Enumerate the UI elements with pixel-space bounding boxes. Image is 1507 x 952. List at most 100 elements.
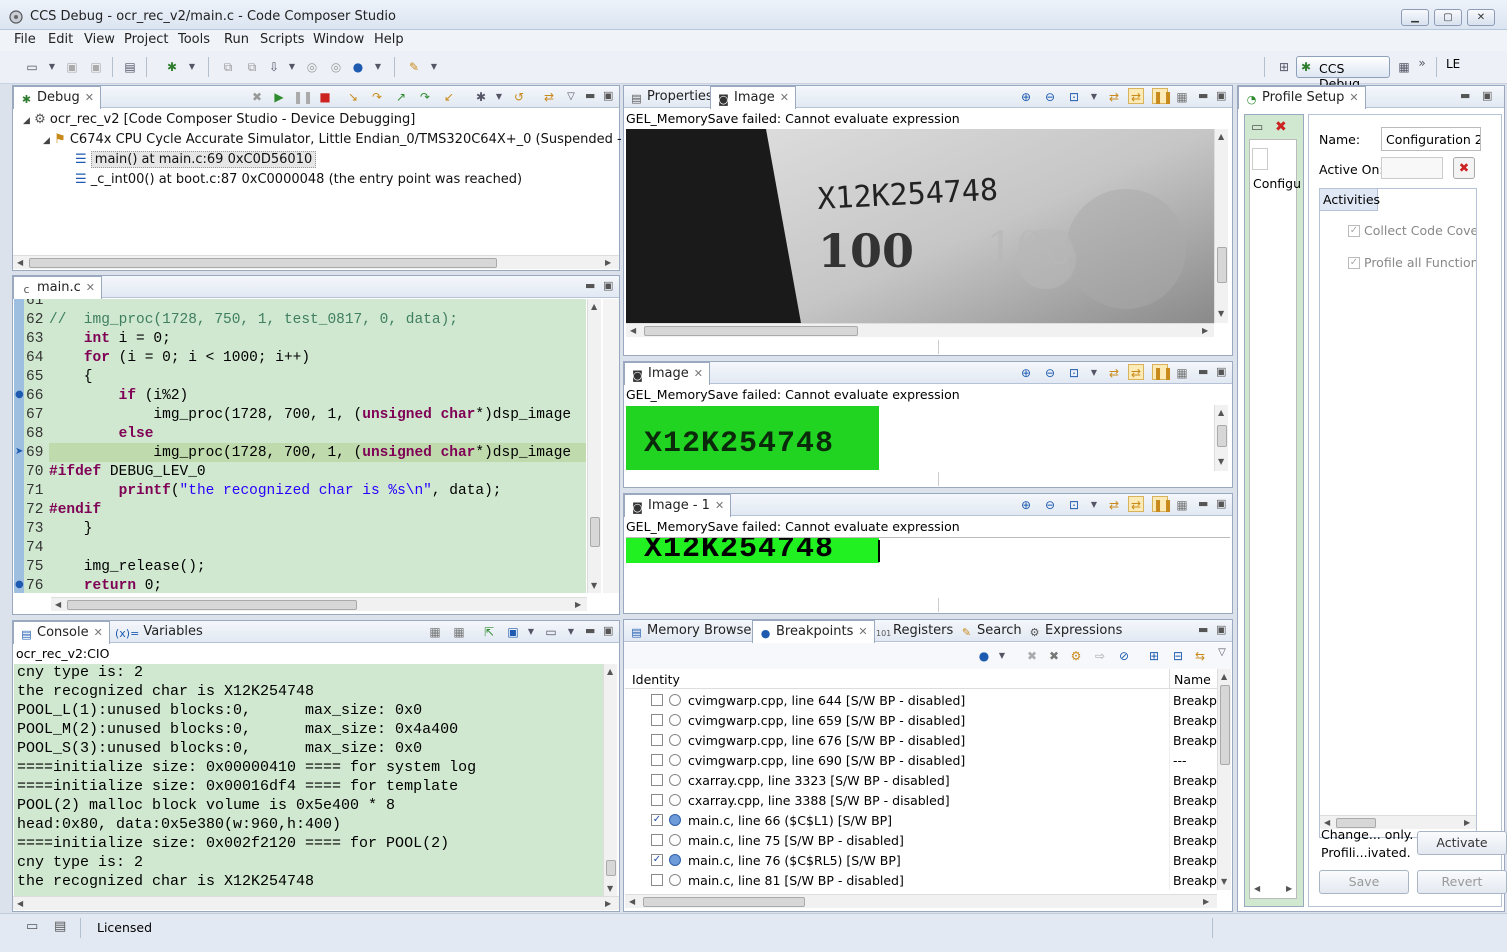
enable-checkbox[interactable]: [651, 794, 663, 806]
remove-all-icon[interactable]: ✖: [1046, 648, 1062, 664]
pin-console-icon[interactable]: ⇱: [481, 624, 497, 640]
save-button[interactable]: Save: [1319, 870, 1409, 894]
restart-target-icon[interactable]: ↺: [511, 89, 527, 105]
tab-memory-browser[interactable]: ▤ Memory Browser: [624, 620, 763, 642]
open-console-icon[interactable]: ▭: [543, 624, 559, 640]
close-icon[interactable]: ✕: [715, 499, 724, 512]
terminate-icon[interactable]: ■: [317, 89, 333, 105]
zoom-in-icon[interactable]: ⊕: [1018, 89, 1034, 105]
pause-icon[interactable]: ❚❚: [1152, 364, 1173, 380]
display-dropdown-icon[interactable]: ▼: [523, 624, 539, 640]
maximize-button[interactable]: ▢: [1434, 9, 1462, 26]
debug-hscroll[interactable]: ◀ ▶: [13, 255, 619, 269]
close-icon[interactable]: ✕: [86, 281, 95, 294]
continuous-refresh-icon[interactable]: ⇄: [1128, 88, 1144, 104]
image1-hscroll[interactable]: ◀ ▶: [626, 323, 1214, 337]
configuration-list[interactable]: Configu ◀ ▶: [1249, 139, 1301, 899]
active-on-field[interactable]: [1381, 157, 1443, 179]
editor-hscroll[interactable]: ◀ ▶: [51, 597, 587, 611]
perspective-alt-icon[interactable]: ▦: [1396, 59, 1412, 75]
menu-file[interactable]: File: [14, 32, 36, 47]
status-icon[interactable]: ▤: [54, 919, 66, 934]
link-icon[interactable]: ⇄: [541, 89, 557, 105]
console-output[interactable]: cny type is: 2 the recognized char is X1…: [14, 664, 604, 896]
maximize-icon[interactable]: ▣: [603, 89, 613, 102]
save-icon[interactable]: ▣: [64, 59, 80, 75]
minimize-icon[interactable]: ▬: [585, 279, 595, 292]
tab-activities[interactable]: Activities: [1320, 189, 1380, 211]
goto-icon[interactable]: ⇨: [1092, 648, 1108, 664]
enable-icon[interactable]: ⚙: [1068, 648, 1084, 664]
refresh-icon[interactable]: ⇄: [1106, 89, 1122, 105]
tree-row-project[interactable]: ◢ ⚙ ocr_rec_v2 [Code Composer Studio - D…: [23, 112, 415, 127]
zoom-out-icon[interactable]: ⊖: [1042, 89, 1058, 105]
close-icon[interactable]: ✕: [858, 625, 867, 638]
run-tool-icon[interactable]: ✎: [406, 59, 422, 75]
load-dropdown-icon[interactable]: ▼: [284, 59, 300, 75]
maximize-icon[interactable]: ▣: [1216, 365, 1226, 378]
clear-active-on-icon[interactable]: ✖: [1453, 157, 1475, 179]
expand-all-icon[interactable]: ⊞: [1146, 648, 1162, 664]
table-row[interactable]: cvimgwarp.cpp, line 659 [S/W BP - disabl…: [625, 710, 1217, 730]
suspend-icon[interactable]: ❚❚: [293, 89, 313, 105]
new-dropdown-icon[interactable]: ▼: [44, 59, 60, 75]
more-perspectives-icon[interactable]: »: [1414, 55, 1430, 71]
table-row[interactable]: cvimgwarp.cpp, line 690 [S/W BP - disabl…: [625, 750, 1217, 770]
continuous-refresh-icon[interactable]: ⇄: [1128, 496, 1144, 512]
maximize-icon[interactable]: ▣: [1216, 89, 1226, 102]
minimize-icon[interactable]: ▬: [1198, 365, 1208, 378]
menu-edit[interactable]: Edit: [48, 32, 73, 47]
collapse-all-icon[interactable]: ⊟: [1170, 648, 1186, 664]
image2-vscroll[interactable]: ▲ ▼: [1214, 405, 1228, 471]
tab-expressions[interactable]: ⚙ Expressions: [1022, 620, 1128, 642]
refresh-icon[interactable]: ⇄: [1106, 365, 1122, 381]
zoom-in-icon[interactable]: ⊕: [1018, 365, 1034, 381]
minimize-button[interactable]: ▁: [1401, 9, 1429, 26]
tab-search[interactable]: ✎ Search: [954, 620, 1028, 642]
clear-console-icon[interactable]: ▦: [427, 624, 443, 640]
minimize-icon[interactable]: ▬: [1460, 89, 1470, 102]
table-row[interactable]: main.c, line 81 [S/W BP - disabled] Break…: [625, 870, 1217, 890]
new-icon[interactable]: ▭: [24, 59, 40, 75]
binary-crop-image[interactable]: X12K254748: [626, 537, 1230, 597]
debug-dropdown-icon[interactable]: ▼: [184, 59, 200, 75]
pin-icon[interactable]: ▦: [1174, 89, 1190, 105]
tab-image[interactable]: ◙ Image ✕: [710, 86, 796, 109]
view-menu-icon[interactable]: ▽: [1214, 645, 1230, 661]
zoom-fit-icon[interactable]: ⊡: [1066, 89, 1082, 105]
enable-checkbox[interactable]: [651, 754, 663, 766]
tab-profile-setup[interactable]: ◔ Profile Setup ✕: [1238, 86, 1366, 109]
close-icon[interactable]: ✕: [694, 367, 703, 380]
skip-all-icon[interactable]: ⊘: [1116, 648, 1132, 664]
enable-checkbox[interactable]: ✓: [651, 854, 663, 866]
profile-functions-checkbox[interactable]: ✓: [1348, 257, 1360, 269]
open-icon[interactable]: ▤: [122, 59, 138, 75]
maximize-icon[interactable]: ▣: [1216, 623, 1226, 636]
table-row[interactable]: cvimgwarp.cpp, line 676 [S/W BP - disabl…: [625, 730, 1217, 750]
name-field[interactable]: Configuration 2: [1381, 127, 1481, 151]
display-console-icon[interactable]: ▣: [505, 624, 521, 640]
enable-checkbox[interactable]: [651, 734, 663, 746]
resume-icon[interactable]: ▶: [271, 89, 287, 105]
close-button[interactable]: ✕: [1467, 9, 1495, 26]
tree-row-frame-main[interactable]: ☰ main() at main.c:69 0xC0D56010: [75, 151, 317, 168]
minimize-icon[interactable]: ▬: [585, 89, 595, 102]
tab-debug[interactable]: ✱ Debug ✕: [13, 86, 101, 109]
zoom-dropdown-icon[interactable]: ▼: [1086, 497, 1102, 513]
breakpoint-dropdown-icon[interactable]: ▼: [370, 59, 386, 75]
close-icon[interactable]: ✕: [85, 91, 94, 104]
refresh-icon[interactable]: ⇄: [1106, 497, 1122, 513]
zoom-in-icon[interactable]: ⊕: [1018, 497, 1034, 513]
tab-properties[interactable]: ▤ Properties: [624, 86, 719, 108]
breakpoint-marker-icon[interactable]: ●: [15, 579, 24, 590]
disconnect-icon[interactable]: ⧉: [244, 59, 260, 75]
enable-checkbox[interactable]: [651, 714, 663, 726]
tab-image-1[interactable]: ◙ Image - 1 ✕: [624, 494, 732, 517]
breakpoint-icon[interactable]: ●: [350, 59, 366, 75]
close-icon[interactable]: ✕: [1349, 91, 1358, 104]
reset-icon[interactable]: ◎: [304, 59, 320, 75]
enable-checkbox[interactable]: [651, 694, 663, 706]
banknote-image[interactable]: 100 X12K254748 100: [626, 129, 1214, 323]
new-breakpoint-dropdown-icon[interactable]: ▼: [994, 648, 1010, 664]
maximize-icon[interactable]: ▣: [1482, 89, 1492, 102]
